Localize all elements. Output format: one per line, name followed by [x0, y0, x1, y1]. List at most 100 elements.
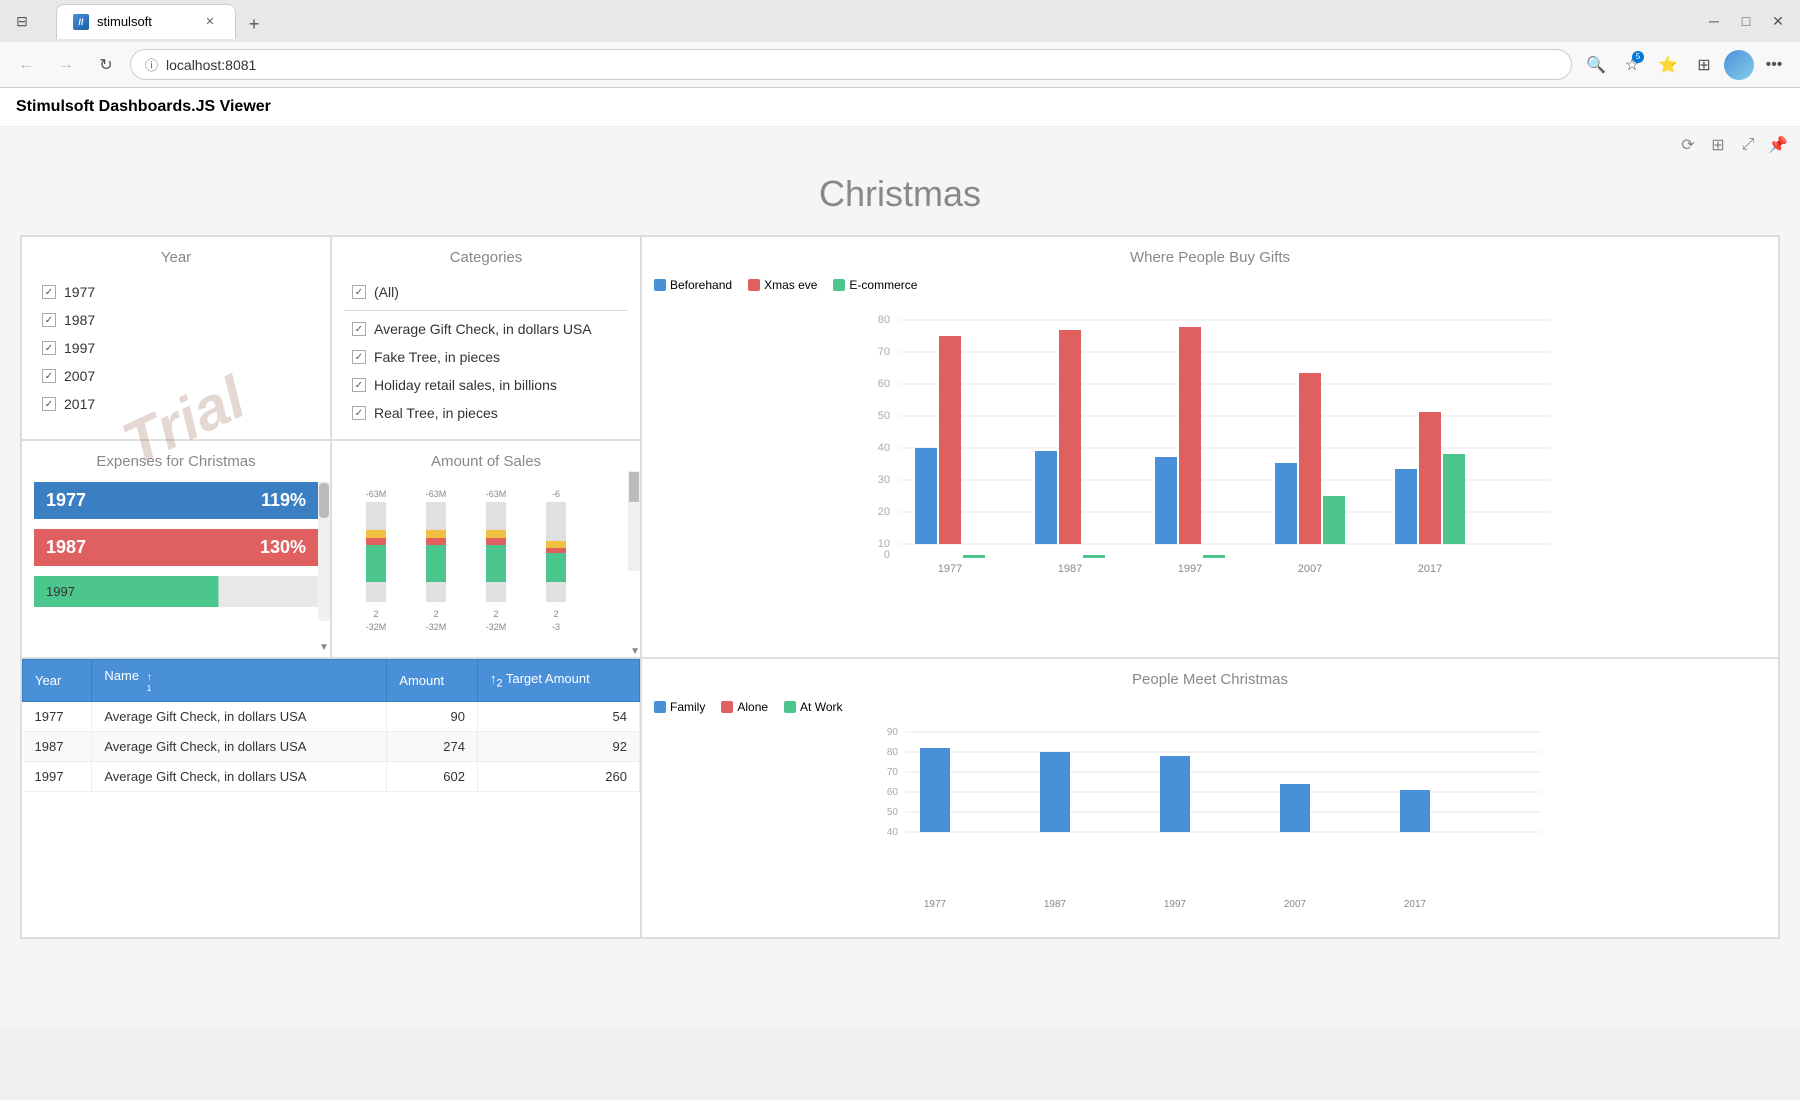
- table-row: 1987 Average Gift Check, in dollars USA …: [23, 732, 640, 762]
- checkbox-fake-tree[interactable]: ✓: [352, 350, 366, 364]
- checkbox-2017[interactable]: ✓: [42, 397, 56, 411]
- forward-button[interactable]: →: [50, 49, 82, 81]
- legend-label-xmas-eve: Xmas eve: [764, 278, 817, 292]
- profile-avatar[interactable]: [1724, 50, 1754, 80]
- svg-text:2007: 2007: [1298, 563, 1322, 575]
- checkbox-1997[interactable]: ✓: [42, 341, 56, 355]
- tab-title: stimulsoft: [97, 14, 152, 29]
- cell-year-0: 1977: [23, 702, 92, 732]
- expenses-scroll-down[interactable]: ▼: [318, 637, 330, 657]
- checkbox-real-tree[interactable]: ✓: [352, 406, 366, 420]
- svg-text:1997: 1997: [1164, 899, 1187, 910]
- gifts-chart-legend: Beforehand Xmas eve E-commerce: [654, 278, 1766, 292]
- dashboard-title: Christmas: [20, 173, 1780, 215]
- tab-favicon: //: [73, 14, 89, 30]
- year-item-2017[interactable]: ✓ 2017: [34, 390, 318, 418]
- search-button[interactable]: 🔍: [1580, 49, 1612, 81]
- expenses-scrollbar[interactable]: [318, 481, 330, 621]
- svg-text:40: 40: [887, 827, 899, 838]
- cat-real-tree[interactable]: ✓ Real Tree, in pieces: [344, 399, 628, 427]
- favorites-star-button[interactable]: ☆5: [1616, 49, 1648, 81]
- legend-family: Family: [654, 700, 705, 714]
- col-year[interactable]: Year: [23, 660, 92, 702]
- title-bar: ⊟ // stimulsoft ✕ + ─ □ ✕: [0, 0, 1800, 42]
- svg-text:-3: -3: [552, 622, 560, 632]
- collections-button[interactable]: ⭐: [1652, 49, 1684, 81]
- more-tools-button[interactable]: ⊞: [1688, 49, 1720, 81]
- svg-text:2017: 2017: [1418, 563, 1442, 575]
- checkbox-avg-gift[interactable]: ✓: [352, 322, 366, 336]
- maximize-button[interactable]: □: [1732, 7, 1760, 35]
- legend-dot-at-work: [784, 701, 796, 713]
- meet-chart-svg: 90 80 70 60 50 40 1977: [654, 722, 1766, 922]
- sales-panel-title: Amount of Sales: [344, 453, 628, 470]
- sales-scroll-down[interactable]: ▼: [630, 646, 640, 657]
- col-target-amount[interactable]: ↑2 Target Amount: [477, 660, 639, 702]
- sidebar-toggle-button[interactable]: ⊟: [8, 7, 36, 35]
- svg-text:70: 70: [887, 767, 899, 778]
- dashboard-area: ⟳ ⊞ ⤢ 📌 Christmas Trial Year ✓ 1977: [0, 127, 1800, 1027]
- sort-name: ↑1: [147, 672, 152, 693]
- legend-label-family: Family: [670, 700, 705, 714]
- checkbox-2007[interactable]: ✓: [42, 369, 56, 383]
- svg-text:80: 80: [878, 314, 890, 326]
- table-row: 1977 Average Gift Check, in dollars USA …: [23, 702, 640, 732]
- settings-button[interactable]: •••: [1758, 49, 1790, 81]
- checkbox-1977[interactable]: ✓: [42, 285, 56, 299]
- checkbox-holiday-retail[interactable]: ✓: [352, 378, 366, 392]
- pin-button[interactable]: 📌: [1766, 133, 1790, 157]
- legend-dot-ecommerce: [833, 279, 845, 291]
- checkbox-1987[interactable]: ✓: [42, 313, 56, 327]
- expand-button[interactable]: ⤢: [1736, 133, 1760, 157]
- browser-tab[interactable]: // stimulsoft ✕: [56, 4, 236, 39]
- cell-year-1: 1987: [23, 732, 92, 762]
- year-panel: Year ✓ 1977 ✓ 1987 ✓ 1997: [21, 236, 331, 440]
- security-icon: ⓘ: [145, 55, 158, 74]
- expense-bar-1997: 1997: [34, 576, 318, 607]
- year-item-1997[interactable]: ✓ 1997: [34, 334, 318, 362]
- cat-avg-gift[interactable]: ✓ Average Gift Check, in dollars USA: [344, 315, 628, 343]
- svg-text:1997: 1997: [1178, 563, 1202, 575]
- col-name[interactable]: Name ↑1: [92, 660, 387, 702]
- expense-value-1977: 119%: [261, 490, 306, 511]
- svg-text:50: 50: [878, 410, 890, 422]
- cat-label-real-tree: Real Tree, in pieces: [374, 405, 498, 421]
- svg-text:80: 80: [887, 747, 899, 758]
- cat-label-fake-tree: Fake Tree, in pieces: [374, 349, 500, 365]
- new-tab-button[interactable]: +: [240, 11, 268, 39]
- minimize-button[interactable]: ─: [1700, 7, 1728, 35]
- svg-text:-63M: -63M: [426, 489, 447, 499]
- cell-target-2: 260: [477, 762, 639, 792]
- year-item-1977[interactable]: ✓ 1977: [34, 278, 318, 306]
- cat-holiday-retail[interactable]: ✓ Holiday retail sales, in billions: [344, 371, 628, 399]
- legend-label-ecommerce: E-commerce: [849, 278, 917, 292]
- back-button[interactable]: ←: [10, 49, 42, 81]
- cat-fake-tree[interactable]: ✓ Fake Tree, in pieces: [344, 343, 628, 371]
- svg-text:60: 60: [887, 787, 899, 798]
- refresh-dashboard-button[interactable]: ⟳: [1676, 133, 1700, 157]
- url-text: localhost:8081: [166, 57, 256, 73]
- close-button[interactable]: ✕: [1764, 7, 1792, 35]
- sales-scrollbar[interactable]: [628, 471, 640, 571]
- url-bar[interactable]: ⓘ localhost:8081: [130, 49, 1572, 80]
- checkbox-all[interactable]: ✓: [352, 285, 366, 299]
- refresh-button[interactable]: ↻: [90, 49, 122, 81]
- svg-text:40: 40: [878, 442, 890, 454]
- year-item-2007[interactable]: ✓ 2007: [34, 362, 318, 390]
- svg-text:1977: 1977: [924, 899, 947, 910]
- cell-name-1: Average Gift Check, in dollars USA: [92, 732, 387, 762]
- table-row: 1997 Average Gift Check, in dollars USA …: [23, 762, 640, 792]
- svg-text:2007: 2007: [1284, 899, 1307, 910]
- svg-text:2017: 2017: [1404, 899, 1427, 910]
- tab-close-button[interactable]: ✕: [201, 13, 219, 31]
- svg-text:50: 50: [887, 807, 899, 818]
- cat-all[interactable]: ✓ (All): [344, 278, 628, 306]
- svg-text:2: 2: [373, 609, 378, 619]
- year-item-1987[interactable]: ✓ 1987: [34, 306, 318, 334]
- legend-dot-beforehand: [654, 279, 666, 291]
- legend-ecommerce: E-commerce: [833, 278, 917, 292]
- filter-button[interactable]: ⊞: [1706, 133, 1730, 157]
- year-label-1987: 1987: [64, 312, 95, 328]
- window-controls: ⊟: [8, 7, 36, 35]
- col-amount[interactable]: Amount: [387, 660, 478, 702]
